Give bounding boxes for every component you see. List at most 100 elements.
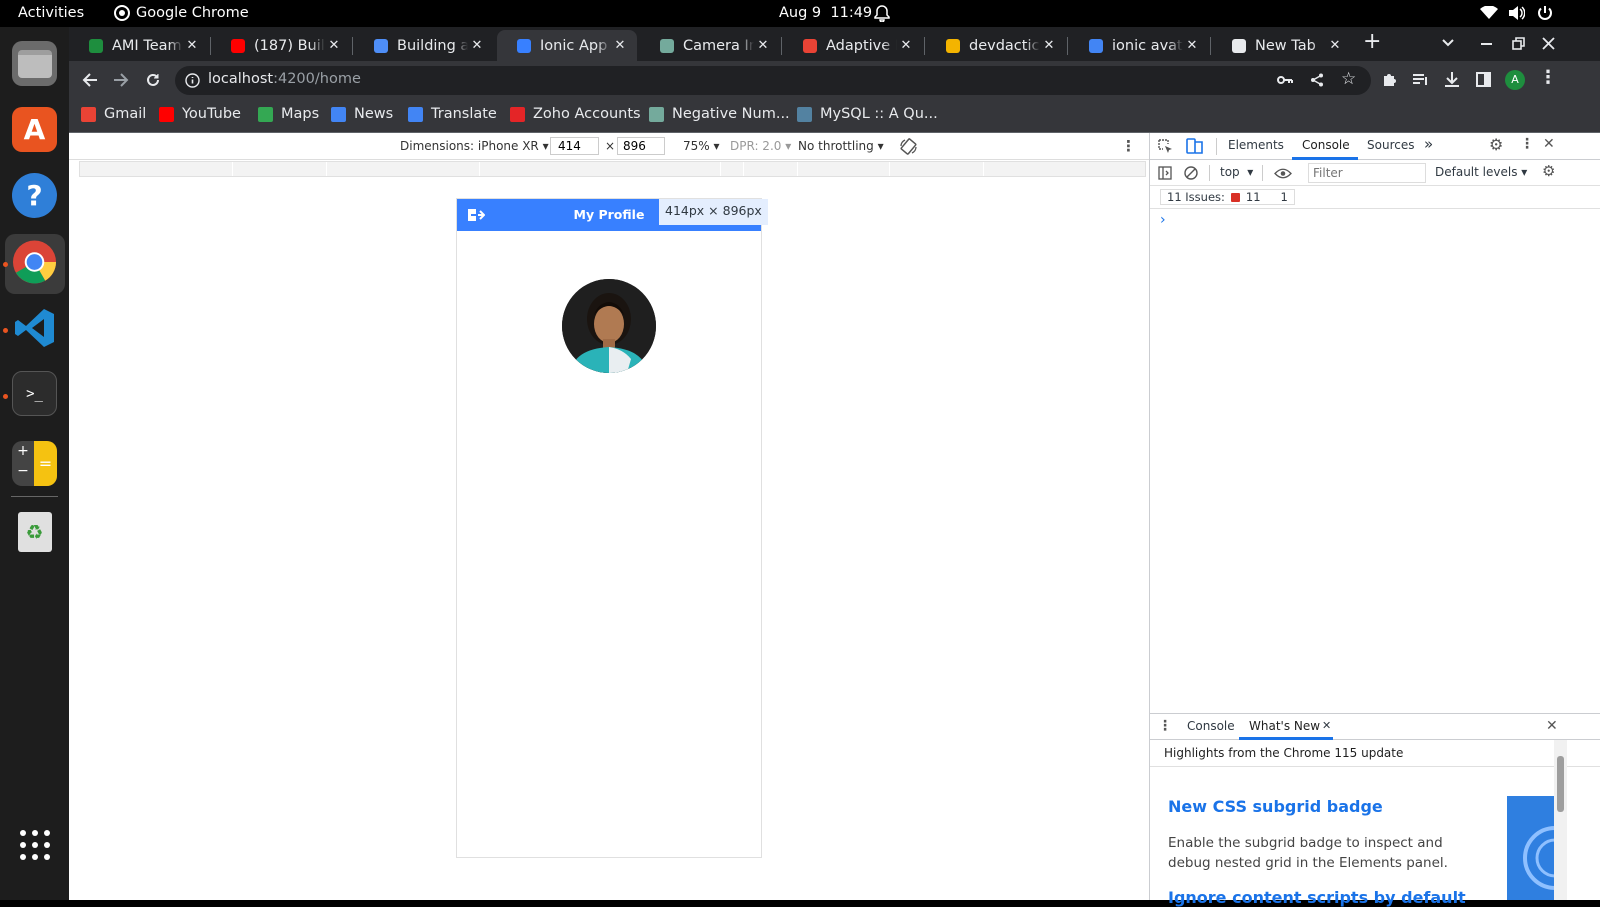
error-icon bbox=[1230, 192, 1240, 202]
avatar[interactable] bbox=[562, 279, 656, 373]
bookmark-translate[interactable]: Translate bbox=[408, 106, 497, 122]
terminal-icon[interactable]: >_ bbox=[12, 371, 57, 416]
issues-counter[interactable]: 11 Issues: 11 1 bbox=[1160, 189, 1295, 205]
tab-gmail[interactable]: Adaptive Mail✕ bbox=[783, 30, 923, 61]
share-icon[interactable] bbox=[1310, 73, 1324, 87]
close-tab-icon[interactable]: ✕ bbox=[183, 38, 201, 53]
bookmark-gmail[interactable]: Gmail bbox=[81, 106, 146, 122]
vscode-icon[interactable] bbox=[12, 305, 57, 350]
close-drawer-tab-icon[interactable]: ✕ bbox=[1322, 719, 1331, 732]
side-panel-icon[interactable] bbox=[1476, 72, 1491, 87]
chrome-menu-icon[interactable]: ⋮ bbox=[1539, 67, 1557, 88]
tab-google[interactable]: ionic avatar✕ bbox=[1069, 30, 1209, 61]
media-control-icon[interactable] bbox=[1412, 73, 1429, 87]
log-levels-select[interactable]: Default levels ▾ bbox=[1435, 165, 1527, 179]
reload-icon[interactable] bbox=[145, 72, 161, 88]
app-grid-icon[interactable] bbox=[12, 822, 57, 867]
device-toggle-icon[interactable] bbox=[1186, 138, 1203, 154]
zoom-select[interactable]: 75% ▾ bbox=[683, 139, 720, 153]
bookmark-news[interactable]: News bbox=[331, 106, 393, 122]
address-bar[interactable]: localhost:4200/home ☆ bbox=[175, 66, 1371, 95]
close-tab-icon[interactable]: ✕ bbox=[325, 38, 343, 53]
bookmark-negative-num[interactable]: Negative Num... bbox=[649, 106, 790, 122]
context-value: top bbox=[1220, 165, 1240, 179]
tab-devdactic[interactable]: devdactic - Ionic✕ bbox=[926, 30, 1066, 61]
device-toolbar-menu-icon[interactable]: ⋮ bbox=[1121, 137, 1136, 155]
close-tab-icon[interactable]: ✕ bbox=[897, 38, 915, 53]
close-tab-icon[interactable]: ✕ bbox=[1040, 38, 1058, 53]
bookmark-star-icon[interactable]: ☆ bbox=[1341, 69, 1356, 89]
context-select[interactable]: top ▾ bbox=[1220, 165, 1253, 179]
tab-console[interactable]: Console bbox=[1302, 138, 1350, 152]
close-devtools-icon[interactable]: ✕ bbox=[1543, 136, 1555, 152]
close-tab-icon[interactable]: ✕ bbox=[1326, 38, 1344, 53]
software-icon[interactable]: A bbox=[12, 107, 57, 152]
close-tab-icon[interactable]: ✕ bbox=[468, 38, 486, 53]
device-dimensions-select[interactable]: Dimensions: iPhone XR ▾ bbox=[400, 139, 549, 153]
power-icon[interactable] bbox=[1537, 5, 1553, 21]
drawer-tab-console[interactable]: Console bbox=[1187, 719, 1235, 733]
close-tab-icon[interactable]: ✕ bbox=[1183, 38, 1201, 53]
tab-chrome[interactable]: New Tab ✕ bbox=[1212, 30, 1352, 61]
tab-search-icon[interactable] bbox=[1442, 39, 1454, 47]
tab-ionic-docs[interactable]: Building an Ionic App✕ bbox=[354, 30, 494, 61]
minimize-icon[interactable] bbox=[1481, 43, 1492, 45]
bookmark-zoho-accounts[interactable]: Zoho Accounts bbox=[510, 106, 641, 122]
bookmark-favicon-icon bbox=[81, 106, 96, 122]
help-icon[interactable]: ? bbox=[12, 173, 57, 218]
dpr-select[interactable]: DPR: 2.0 ▾ bbox=[730, 139, 791, 153]
volume-icon[interactable] bbox=[1508, 5, 1525, 21]
activities-button[interactable]: Activities bbox=[18, 5, 84, 21]
dimensions-tooltip: 414px × 896px bbox=[659, 199, 768, 225]
devtools-menu-icon[interactable]: ⋮ bbox=[1520, 136, 1534, 152]
restore-icon[interactable] bbox=[1512, 37, 1525, 50]
clock[interactable]: Aug 9 11:49 bbox=[779, 5, 872, 21]
files-icon[interactable] bbox=[12, 41, 57, 86]
tab-elements[interactable]: Elements bbox=[1228, 138, 1284, 152]
live-expression-eye-icon[interactable] bbox=[1274, 168, 1292, 179]
console-settings-icon[interactable]: ⚙ bbox=[1542, 162, 1555, 180]
settings-gear-icon[interactable]: ⚙ bbox=[1489, 135, 1503, 154]
rotate-icon[interactable] bbox=[899, 137, 918, 156]
close-tab-icon[interactable]: ✕ bbox=[754, 38, 772, 53]
calculator-icon[interactable]: + − = bbox=[12, 441, 57, 486]
app-menu[interactable]: Google Chrome bbox=[114, 5, 249, 21]
extensions-icon[interactable] bbox=[1381, 72, 1397, 88]
close-drawer-icon[interactable]: ✕ bbox=[1546, 718, 1558, 734]
bookmark-mysql-a-qu[interactable]: MySQL :: A Qu... bbox=[797, 106, 938, 122]
window-close-icon[interactable] bbox=[1542, 37, 1555, 50]
tab-ionic[interactable]: Ionic App ✕ bbox=[497, 30, 637, 61]
bookmark-maps[interactable]: Maps bbox=[258, 106, 319, 122]
drawer-scrollbar[interactable] bbox=[1554, 740, 1567, 900]
tab-chatgpt[interactable]: Camera Image✕ bbox=[640, 30, 780, 61]
drawer-tab-whats-new[interactable]: What's New bbox=[1249, 719, 1320, 733]
sidebar-toggle-icon[interactable] bbox=[1158, 166, 1172, 180]
clear-console-icon[interactable] bbox=[1184, 166, 1198, 180]
inspect-icon[interactable] bbox=[1158, 139, 1173, 154]
trash-icon[interactable]: ♻ bbox=[12, 509, 57, 554]
console-filter-input[interactable] bbox=[1308, 163, 1426, 183]
profile-avatar[interactable]: A bbox=[1505, 70, 1525, 90]
drawer-menu-icon[interactable]: ⋮ bbox=[1158, 718, 1172, 734]
close-tab-icon[interactable]: ✕ bbox=[611, 38, 629, 53]
new-tab-button[interactable]: + bbox=[1363, 29, 1381, 54]
key-icon[interactable] bbox=[1277, 74, 1293, 86]
device-width-input[interactable] bbox=[550, 137, 599, 155]
media-query-ruler[interactable] bbox=[79, 161, 1146, 177]
feature-title-subgrid[interactable]: New CSS subgrid badge bbox=[1168, 797, 1383, 816]
device-height-input[interactable] bbox=[617, 137, 665, 155]
more-tabs-icon[interactable]: » bbox=[1424, 135, 1433, 153]
back-icon[interactable] bbox=[82, 72, 98, 88]
download-icon[interactable] bbox=[1444, 71, 1460, 88]
console-prompt[interactable]: › bbox=[1160, 212, 1166, 228]
feature-title-content-scripts[interactable]: Ignore content scripts by default bbox=[1168, 888, 1466, 907]
chrome-icon[interactable] bbox=[12, 239, 57, 284]
tab-sources[interactable]: Sources bbox=[1367, 138, 1414, 152]
bookmark-youtube[interactable]: YouTube bbox=[159, 106, 241, 122]
tab-youtube[interactable]: (187) Building an Ionic App✕ bbox=[211, 30, 351, 61]
forward-icon[interactable] bbox=[113, 72, 129, 88]
throttling-select[interactable]: No throttling ▾ bbox=[798, 139, 884, 153]
tab-chat[interactable]: AMI Team - Google Chat✕ bbox=[69, 30, 209, 61]
site-info-icon[interactable] bbox=[185, 73, 200, 88]
wifi-icon[interactable] bbox=[1480, 6, 1498, 20]
